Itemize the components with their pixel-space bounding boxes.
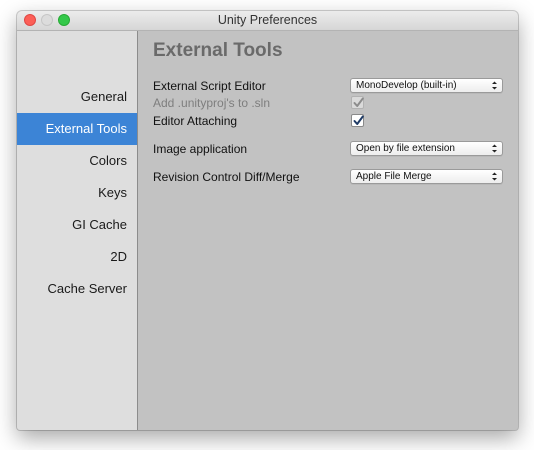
editor-attaching-label: Editor Attaching bbox=[153, 114, 238, 128]
sidebar-item-cache-server[interactable]: Cache Server bbox=[17, 273, 137, 305]
checkmark-icon bbox=[353, 115, 364, 125]
revision-control-dropdown[interactable]: Apple File Merge bbox=[350, 169, 503, 184]
chevron-up-down-icon bbox=[492, 144, 497, 153]
revision-control-label: Revision Control Diff/Merge bbox=[153, 170, 300, 184]
external-script-editor-label: External Script Editor bbox=[153, 79, 266, 93]
chevron-up-down-icon bbox=[492, 172, 497, 181]
window-title: Unity Preferences bbox=[217, 13, 318, 27]
sidebar-item-gi-cache[interactable]: GI Cache bbox=[17, 209, 137, 241]
add-unityproj-label: Add .unityproj's to .sln bbox=[153, 96, 271, 110]
sidebar-item-colors[interactable]: Colors bbox=[17, 145, 137, 177]
preferences-sidebar: General External Tools Colors Keys GI Ca… bbox=[17, 31, 138, 430]
section-title: External Tools bbox=[153, 40, 283, 61]
checkmark-icon bbox=[353, 97, 364, 107]
chevron-up-down-icon bbox=[492, 81, 497, 90]
add-unityproj-checkbox bbox=[351, 96, 364, 109]
preferences-window: Unity Preferences General External Tools… bbox=[17, 11, 518, 430]
image-application-dropdown[interactable]: Open by file extension bbox=[350, 141, 503, 156]
sidebar-item-2d[interactable]: 2D bbox=[17, 241, 137, 273]
external-script-editor-dropdown[interactable]: MonoDevelop (built-in) bbox=[350, 78, 503, 93]
image-application-value: Open by file extension bbox=[356, 143, 455, 154]
editor-attaching-checkbox[interactable] bbox=[351, 114, 364, 127]
settings-panel: External Tools External Script Editor Mo… bbox=[138, 31, 518, 430]
image-application-label: Image application bbox=[153, 142, 248, 156]
title-bar[interactable]: Unity Preferences bbox=[17, 11, 518, 31]
sidebar-item-general[interactable]: General bbox=[17, 81, 137, 113]
sidebar-item-external-tools[interactable]: External Tools bbox=[17, 113, 137, 145]
sidebar-item-keys[interactable]: Keys bbox=[17, 177, 137, 209]
revision-control-value: Apple File Merge bbox=[356, 171, 432, 182]
external-script-editor-value: MonoDevelop (built-in) bbox=[356, 80, 457, 91]
